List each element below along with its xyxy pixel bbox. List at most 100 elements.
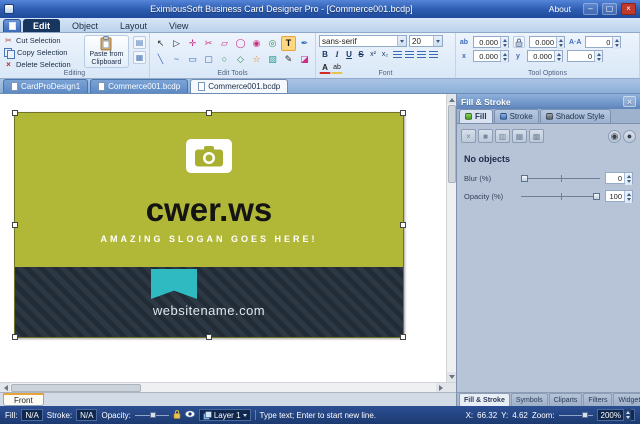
layer-select[interactable]: Layer 1: [199, 409, 251, 421]
gradient-tool-button[interactable]: ▨: [265, 52, 280, 67]
subscript-button[interactable]: x₂: [379, 48, 391, 60]
selection-handle[interactable]: [12, 334, 18, 340]
strikethrough-button[interactable]: S: [355, 48, 367, 60]
selection-handle[interactable]: [206, 110, 212, 116]
card-footer-band[interactable]: websitename.com: [15, 267, 403, 337]
scroll-down-icon[interactable]: [447, 372, 456, 382]
blur-slider-handle[interactable]: [521, 175, 528, 182]
outline-width-field[interactable]: 0.000: [473, 36, 509, 48]
color-swatch-2-button[interactable]: ●: [623, 130, 636, 143]
format-painter-button[interactable]: ▦: [133, 51, 146, 64]
panel-close-button[interactable]: ×: [623, 96, 636, 107]
about-button[interactable]: About: [549, 4, 571, 14]
panel-tab-cliparts[interactable]: Cliparts: [549, 393, 583, 406]
blur-slider[interactable]: [521, 174, 600, 183]
horizontal-scrollbar-thumb[interactable]: [11, 384, 141, 392]
blur-value-field[interactable]: 0: [605, 172, 633, 184]
lock-aspect-button[interactable]: [513, 36, 525, 48]
font-family-select[interactable]: sans-serif: [319, 35, 407, 47]
business-card-object[interactable]: cwer.ws AMAZING SLOGAN GOES HERE! websit…: [14, 112, 404, 338]
design-canvas[interactable]: cwer.ws AMAZING SLOGAN GOES HERE! websit…: [0, 94, 446, 382]
polygon-tool-button[interactable]: ◇: [233, 52, 248, 67]
ellipse-select-tool-button[interactable]: ◯: [233, 36, 248, 51]
opacity-slider[interactable]: [135, 411, 169, 420]
no-fill-button[interactable]: ×: [461, 129, 476, 143]
spiral-tool-button[interactable]: ◉: [249, 36, 264, 51]
line-tool-button[interactable]: ╲: [153, 52, 168, 67]
card-slogan-text[interactable]: AMAZING SLOGAN GOES HERE!: [15, 234, 403, 244]
star-tool-button[interactable]: ☆: [249, 52, 264, 67]
eye-icon[interactable]: [185, 410, 195, 420]
scissors-tool-button[interactable]: ✂: [201, 36, 216, 51]
cut-selection-button[interactable]: ✂ Cut Selection: [3, 35, 80, 46]
solid-fill-button[interactable]: ■: [478, 129, 493, 143]
tab-edit[interactable]: Edit: [23, 19, 60, 32]
select-tool-button[interactable]: ↖: [153, 36, 168, 51]
selection-handle[interactable]: [12, 110, 18, 116]
move-tool-button[interactable]: ✛: [185, 36, 200, 51]
tab-layout[interactable]: Layout: [110, 19, 157, 32]
tab-shadow-style[interactable]: Shadow Style: [540, 109, 611, 123]
scroll-left-icon[interactable]: [0, 383, 10, 392]
offset-field[interactable]: 0.000: [529, 36, 565, 48]
tab-stroke[interactable]: Stroke: [494, 109, 539, 123]
doc-tab-3-active[interactable]: Commerce001.bcdp: [190, 79, 288, 93]
scroll-right-icon[interactable]: [436, 383, 446, 392]
selection-handle[interactable]: [12, 222, 18, 228]
lock-icon[interactable]: [173, 409, 181, 421]
scroll-up-icon[interactable]: [447, 94, 456, 104]
card-brand-text[interactable]: cwer.ws: [15, 193, 403, 226]
opacity-value-field[interactable]: 100: [605, 190, 633, 202]
image-fill-button[interactable]: ▩: [529, 129, 544, 143]
panel-tab-fill-stroke[interactable]: Fill & Stroke: [459, 393, 510, 406]
font-size-select[interactable]: 20: [409, 35, 443, 47]
panel-tab-symbols[interactable]: Symbols: [511, 393, 548, 406]
horizontal-scrollbar[interactable]: [0, 382, 446, 392]
opacity-slider-handle[interactable]: [593, 193, 600, 200]
pattern-fill-button[interactable]: ▦: [512, 129, 527, 143]
align-left-button[interactable]: [391, 48, 403, 60]
zoom-slider-handle[interactable]: [582, 412, 588, 418]
card-website-text[interactable]: websitename.com: [153, 303, 265, 318]
rectangle-tool-button[interactable]: ▭: [185, 52, 200, 67]
tab-object[interactable]: Object: [62, 19, 108, 32]
align-right-button[interactable]: [415, 48, 427, 60]
selection-handle[interactable]: [400, 222, 406, 228]
close-button[interactable]: ×: [621, 3, 636, 15]
delete-selection-button[interactable]: × Delete Selection: [3, 59, 80, 70]
tracking-field[interactable]: 0: [585, 36, 621, 48]
tab-fill[interactable]: Fill: [459, 109, 493, 123]
selection-handle[interactable]: [206, 334, 212, 340]
camera-logo[interactable]: [186, 139, 232, 173]
direct-select-tool-button[interactable]: ▷: [169, 36, 184, 51]
eraser-tool-button[interactable]: ◪: [297, 52, 312, 67]
pen-tool-button[interactable]: ✒: [297, 36, 312, 51]
opacity-slider-handle[interactable]: [150, 412, 156, 418]
align-center-button[interactable]: [403, 48, 415, 60]
opacity-panel-slider[interactable]: [521, 192, 600, 201]
target-tool-button[interactable]: ◎: [265, 36, 280, 51]
rounded-rectangle-tool-button[interactable]: ▢: [201, 52, 216, 67]
paste-special-button[interactable]: ▤: [133, 36, 146, 49]
text-tool-button[interactable]: T: [281, 36, 296, 51]
bold-button[interactable]: B: [319, 48, 331, 60]
tab-view[interactable]: View: [159, 19, 198, 32]
zoom-slider[interactable]: [559, 411, 593, 420]
align-justify-button[interactable]: [427, 48, 439, 60]
vertical-scrollbar[interactable]: [446, 94, 456, 382]
selection-handle[interactable]: [400, 110, 406, 116]
underline-button[interactable]: U: [343, 48, 355, 60]
selection-handle[interactable]: [400, 334, 406, 340]
x-offset-field[interactable]: 0.000: [473, 50, 509, 62]
application-menu-button[interactable]: [3, 19, 21, 32]
curve-tool-button[interactable]: ~: [169, 52, 184, 67]
vertical-scrollbar-thumb[interactable]: [448, 105, 456, 183]
maximize-button[interactable]: ▢: [602, 3, 617, 15]
panel-tab-filters[interactable]: Filters: [583, 393, 612, 406]
superscript-button[interactable]: x²: [367, 48, 379, 60]
oval-tool-button[interactable]: ○: [217, 52, 232, 67]
page-tab-front[interactable]: Front: [3, 393, 44, 406]
doc-tab-1[interactable]: CardProDesign1: [3, 79, 88, 93]
italic-button[interactable]: I: [331, 48, 343, 60]
angle-field[interactable]: 0: [567, 50, 603, 62]
